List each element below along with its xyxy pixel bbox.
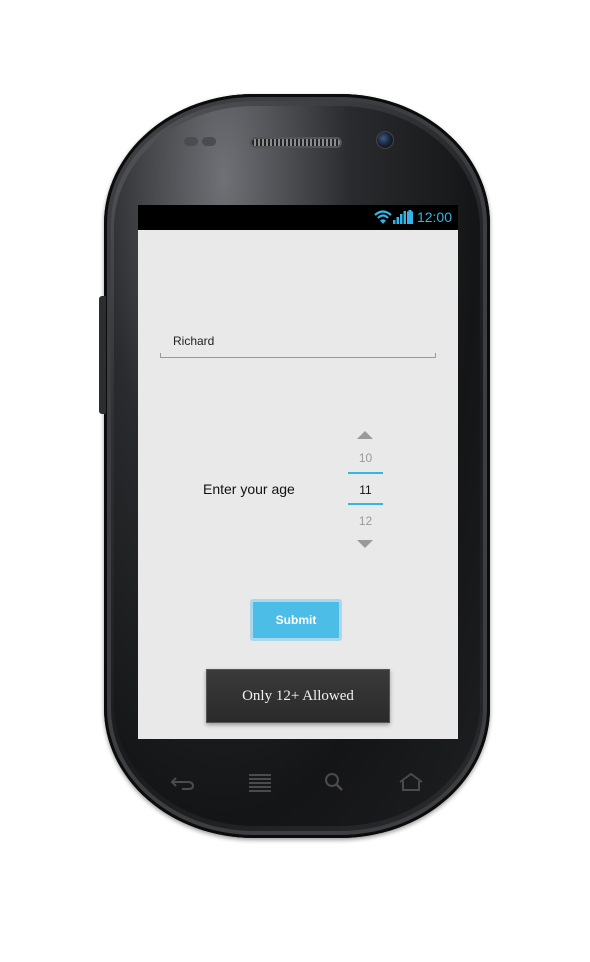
status-time: 12:00 bbox=[416, 209, 452, 225]
home-icon[interactable] bbox=[398, 772, 424, 792]
picker-current-value[interactable]: 11 bbox=[348, 483, 383, 497]
volume-button bbox=[99, 296, 106, 414]
picker-previous-value[interactable]: 10 bbox=[348, 451, 383, 465]
status-icons bbox=[374, 210, 413, 224]
toast-message: Only 12+ Allowed bbox=[206, 669, 390, 723]
app-screen: 12:00 Richard Enter your age 10 11 12 Su… bbox=[138, 205, 458, 739]
light-sensor bbox=[202, 137, 216, 146]
age-label: Enter your age bbox=[203, 481, 295, 497]
decrement-arrow-icon[interactable] bbox=[357, 540, 373, 548]
name-input[interactable]: Richard bbox=[160, 329, 436, 358]
earpiece-speaker bbox=[250, 137, 342, 148]
proximity-sensor bbox=[184, 137, 198, 146]
age-number-picker[interactable]: 10 11 12 bbox=[348, 427, 383, 551]
picker-divider-top bbox=[348, 472, 383, 474]
menu-icon[interactable] bbox=[247, 772, 273, 792]
wifi-icon bbox=[374, 210, 392, 224]
battery-icon bbox=[407, 210, 413, 224]
picker-divider-bottom bbox=[348, 503, 383, 505]
picker-next-value[interactable]: 12 bbox=[348, 514, 383, 528]
back-icon[interactable] bbox=[170, 772, 196, 792]
increment-arrow-icon[interactable] bbox=[357, 431, 373, 439]
search-icon[interactable] bbox=[322, 772, 348, 792]
submit-button[interactable]: Submit bbox=[250, 599, 342, 641]
front-camera bbox=[376, 131, 394, 149]
status-bar: 12:00 bbox=[138, 205, 458, 230]
signal-icon bbox=[393, 211, 406, 224]
name-input-value: Richard bbox=[173, 334, 215, 348]
